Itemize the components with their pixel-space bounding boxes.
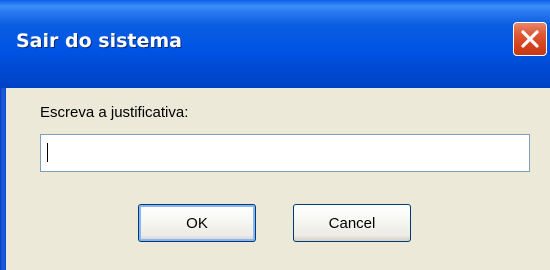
close-icon [521,30,539,48]
dialog-window: Sair do sistema Escreva a justificativa:… [0,0,550,270]
dialog-title: Sair do sistema [16,30,182,52]
window-frame-left [0,88,6,270]
ok-button[interactable]: OK [138,204,256,242]
justification-label: Escreva a justificativa: [40,104,189,121]
close-button[interactable] [513,22,547,56]
justification-input[interactable] [40,134,530,172]
cancel-button[interactable]: Cancel [293,204,411,242]
title-bar[interactable]: Sair do sistema [0,0,550,88]
text-caret [47,143,48,162]
